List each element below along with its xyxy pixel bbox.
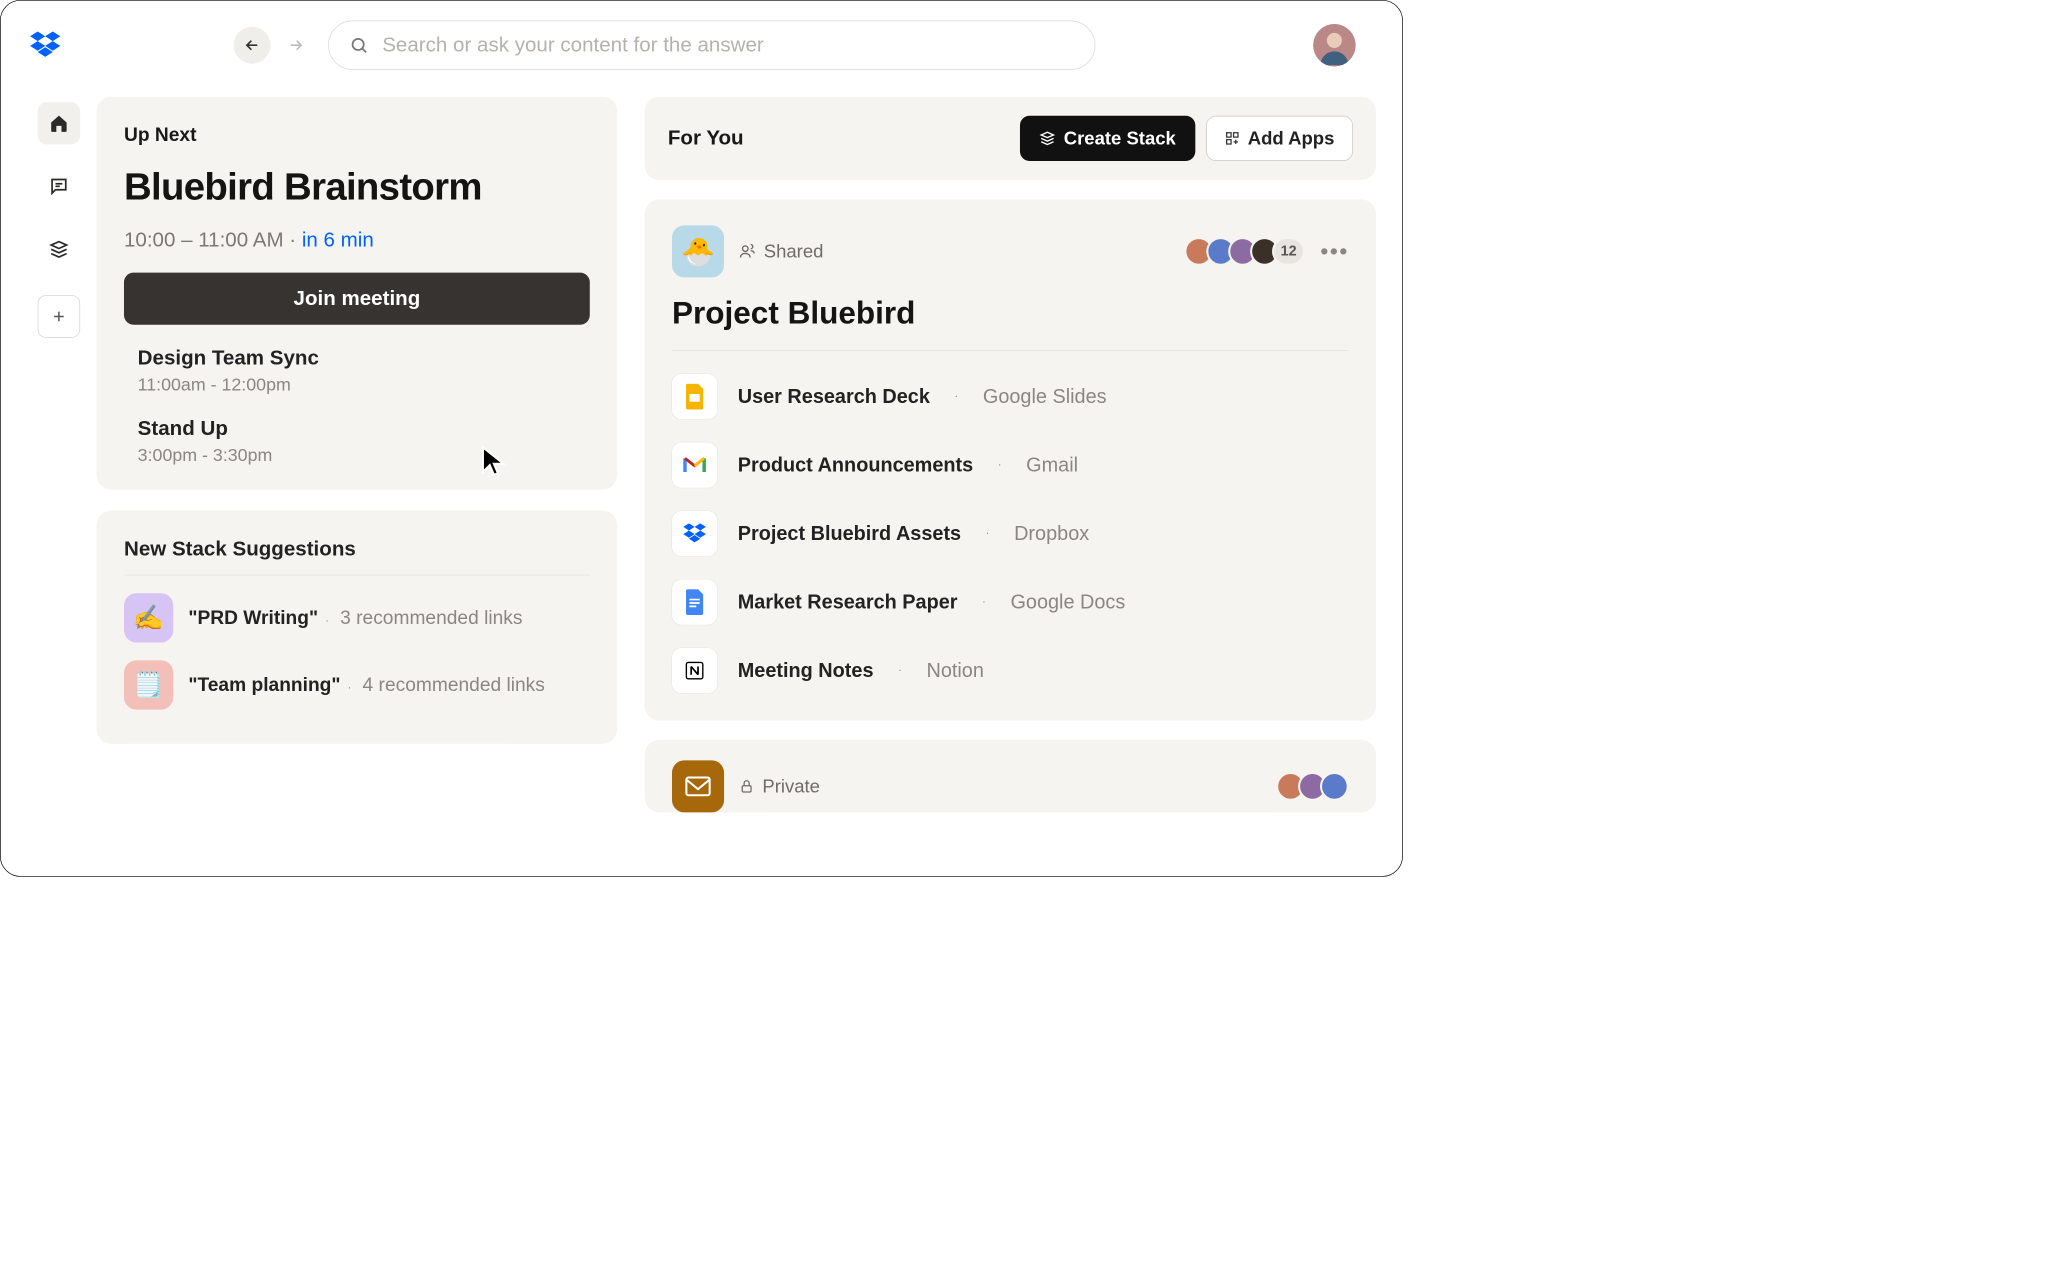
event-title: Design Team Sync <box>138 347 590 370</box>
apps-icon <box>1224 131 1239 146</box>
event-item[interactable]: Design Team Sync 11:00am - 12:00pm <box>124 347 590 396</box>
doc-source: Google Slides <box>983 385 1107 408</box>
doc-row[interactable]: User Research Deck · Google Slides <box>672 374 1349 419</box>
dropbox-logo[interactable] <box>28 28 62 62</box>
add-apps-button[interactable]: Add Apps <box>1206 116 1353 161</box>
event-time: 11:00am - 12:00pm <box>138 374 590 395</box>
suggestion-item[interactable]: 🗒️ "Team planning" · 4 recommended links <box>124 660 590 709</box>
up-next-countdown: in 6 min <box>302 229 374 252</box>
more-menu-icon[interactable]: ••• <box>1320 238 1349 265</box>
for-you-label: For You <box>668 127 1009 150</box>
doc-name: Meeting Notes <box>738 659 874 682</box>
stack-card: 🐣 Shared 12 ••• <box>645 199 1377 720</box>
sidebar-add[interactable] <box>38 295 80 337</box>
stack-suggestions-card: New Stack Suggestions ✍️ "PRD Writing" ·… <box>97 510 618 744</box>
search-bar[interactable] <box>328 21 1095 70</box>
shared-indicator: Shared <box>739 241 823 262</box>
lock-icon <box>739 778 754 794</box>
private-indicator: Private <box>739 776 820 797</box>
sidebar-stacks[interactable] <box>38 228 80 270</box>
up-next-time: 10:00 – 11:00 AM · in 6 min <box>124 229 590 252</box>
suggestions-heading: New Stack Suggestions <box>124 538 590 576</box>
collaborator-avatar[interactable] <box>1320 772 1349 801</box>
doc-source: Google Docs <box>1010 591 1125 614</box>
stack-emoji-icon: 🐣 <box>672 225 724 277</box>
suggestion-meta: 3 recommended links <box>340 607 522 628</box>
user-avatar[interactable] <box>1313 24 1355 66</box>
suggestion-name: "Team planning" <box>188 674 340 695</box>
suggestion-item[interactable]: ✍️ "PRD Writing" · 3 recommended links <box>124 593 590 642</box>
notion-icon <box>672 648 717 693</box>
create-stack-button[interactable]: Create Stack <box>1020 116 1195 161</box>
nav-back-button[interactable] <box>234 27 271 64</box>
up-next-label: Up Next <box>124 124 590 146</box>
dropbox-icon <box>672 511 717 556</box>
google-docs-icon <box>672 580 717 625</box>
search-icon <box>349 36 368 55</box>
private-stack-card: Private <box>645 740 1377 813</box>
doc-name: User Research Deck <box>738 385 930 408</box>
doc-name: Project Bluebird Assets <box>738 522 961 545</box>
doc-row[interactable]: Market Research Paper · Google Docs <box>672 580 1349 625</box>
nav-forward-button[interactable] <box>277 27 314 64</box>
event-item[interactable]: Stand Up 3:00pm - 3:30pm <box>124 417 590 466</box>
event-time: 3:00pm - 3:30pm <box>138 445 590 466</box>
search-input[interactable] <box>382 34 1074 57</box>
sidebar-chat[interactable] <box>38 165 80 207</box>
join-meeting-button[interactable]: Join meeting <box>124 273 590 325</box>
stack-plus-icon <box>1039 130 1055 146</box>
gmail-icon <box>672 443 717 488</box>
doc-row[interactable]: Meeting Notes · Notion <box>672 648 1349 693</box>
doc-source: Gmail <box>1026 454 1078 477</box>
up-next-title: Bluebird Brainstorm <box>124 164 590 209</box>
suggestion-name: "PRD Writing" <box>188 607 318 628</box>
event-title: Stand Up <box>138 417 590 440</box>
for-you-bar: For You Create Stack Add Apps <box>645 97 1377 181</box>
people-icon <box>739 243 755 259</box>
sidebar-home[interactable] <box>38 102 80 144</box>
doc-source: Dropbox <box>1014 522 1089 545</box>
notepad-icon: 🗒️ <box>124 660 173 709</box>
google-slides-icon <box>672 374 717 419</box>
doc-name: Market Research Paper <box>738 591 958 614</box>
suggestion-meta: 4 recommended links <box>363 674 545 695</box>
collaborator-overflow[interactable]: 12 <box>1272 237 1305 266</box>
doc-row[interactable]: Project Bluebird Assets · Dropbox <box>672 511 1349 556</box>
doc-source: Notion <box>926 659 983 682</box>
doc-row[interactable]: Product Announcements · Gmail <box>672 443 1349 488</box>
mail-tile-icon <box>672 760 724 812</box>
stack-title: Project Bluebird <box>672 294 1349 351</box>
up-next-card: Up Next Bluebird Brainstorm 10:00 – 11:0… <box>97 97 618 490</box>
doc-name: Product Announcements <box>738 454 973 477</box>
writing-hand-icon: ✍️ <box>124 593 173 642</box>
